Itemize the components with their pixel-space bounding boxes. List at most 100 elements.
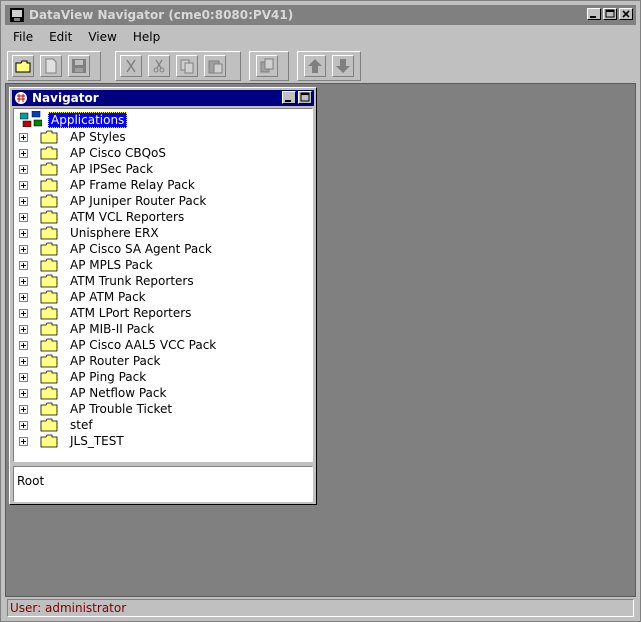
folder-icon	[40, 226, 58, 240]
applications-icon	[20, 111, 42, 127]
minimize-button[interactable]	[587, 8, 601, 20]
folder-icon	[40, 306, 58, 320]
tree-item[interactable]: AP MPLS Pack	[14, 257, 312, 273]
status-bar: User: administrator	[7, 599, 634, 617]
folder-icon	[40, 386, 58, 400]
save-button[interactable]	[68, 55, 90, 77]
folder-icon	[40, 354, 58, 368]
navigator-minimize-button[interactable]	[282, 91, 296, 104]
expand-plus-icon[interactable]	[19, 197, 28, 206]
tree-item[interactable]: AP Ping Pack	[14, 369, 312, 385]
expand-plus-icon[interactable]	[19, 165, 28, 174]
tree-item-label: AP Cisco SA Agent Pack	[70, 242, 212, 256]
expand-plus-icon[interactable]	[19, 389, 28, 398]
tree-item[interactable]: AP Cisco CBQoS	[14, 145, 312, 161]
expand-plus-icon[interactable]	[19, 293, 28, 302]
expand-plus-icon[interactable]	[19, 437, 28, 446]
status-user-text: User: administrator	[10, 601, 127, 615]
folder-icon	[40, 322, 58, 336]
expand-plus-icon[interactable]	[19, 341, 28, 350]
maximize-icon	[605, 9, 615, 18]
expand-plus-icon[interactable]	[19, 149, 28, 158]
paste-button[interactable]	[204, 55, 226, 77]
navigator-maximize-button[interactable]	[298, 91, 312, 104]
expand-plus-icon[interactable]	[19, 181, 28, 190]
tree-item[interactable]: AP Cisco AAL5 VCC Pack	[14, 337, 312, 353]
tree-item-label: AP Router Pack	[70, 354, 161, 368]
tree-item-label: Unisphere ERX	[70, 226, 159, 240]
tree-item[interactable]: AP ATM Pack	[14, 289, 312, 305]
menu-bar: File Edit View Help	[5, 28, 168, 48]
tree-item[interactable]: AP Styles	[14, 129, 312, 145]
tree-item[interactable]: AP Juniper Router Pack	[14, 193, 312, 209]
tree-item-label: AP MPLS Pack	[70, 258, 153, 272]
expand-plus-icon[interactable]	[19, 357, 28, 366]
tree-item[interactable]: AP MIB-II Pack	[14, 321, 312, 337]
close-button[interactable]	[619, 8, 633, 20]
menu-file[interactable]: File	[5, 28, 41, 48]
title-bar[interactable]: DataView Navigator (cme0:8080:PV41)	[5, 5, 636, 25]
toolbar	[5, 51, 636, 81]
tree-item[interactable]: ATM Trunk Reporters	[14, 273, 312, 289]
move-up-button[interactable]	[304, 55, 326, 77]
folder-icon	[40, 290, 58, 304]
cut-button[interactable]	[148, 55, 170, 77]
copy-button[interactable]	[176, 55, 198, 77]
save-disk-icon	[72, 59, 86, 73]
tree-item-label: AP Cisco CBQoS	[70, 146, 166, 160]
tree-item[interactable]: AP Netflow Pack	[14, 385, 312, 401]
open-button[interactable]	[12, 55, 34, 77]
tree-item-label: ATM LPort Reporters	[70, 306, 192, 320]
tree-item-label: JLS_TEST	[70, 434, 124, 448]
tree-item[interactable]: AP Cisco SA Agent Pack	[14, 241, 312, 257]
folder-icon	[40, 338, 58, 352]
tree-item-label: AP Cisco AAL5 VCC Pack	[70, 338, 217, 352]
expand-plus-icon[interactable]	[19, 245, 28, 254]
tree-item-label: ATM Trunk Reporters	[70, 274, 194, 288]
menu-view[interactable]: View	[80, 28, 124, 48]
app-icon	[10, 8, 24, 22]
expand-plus-icon[interactable]	[19, 421, 28, 430]
expand-plus-icon[interactable]	[19, 373, 28, 382]
navigator-tree[interactable]: Applications AP Styles AP Cisco CBQoS AP I…	[13, 108, 313, 462]
minimize-icon	[590, 16, 596, 18]
expand-plus-icon[interactable]	[19, 277, 28, 286]
expand-plus-icon[interactable]	[19, 325, 28, 334]
expand-plus-icon[interactable]	[19, 405, 28, 414]
tree-item[interactable]: AP Router Pack	[14, 353, 312, 369]
folder-icon	[40, 402, 58, 416]
move-down-button[interactable]	[332, 55, 354, 77]
tree-item[interactable]: ATM LPort Reporters	[14, 305, 312, 321]
navigator-icon	[15, 92, 27, 104]
expand-plus-icon[interactable]	[19, 229, 28, 238]
menu-edit[interactable]: Edit	[41, 28, 80, 48]
navigator-title-bar[interactable]: Navigator	[12, 90, 314, 106]
folder-icon	[40, 274, 58, 288]
properties-icon	[260, 58, 274, 73]
tree-item[interactable]: JLS_TEST	[14, 433, 312, 449]
menu-help[interactable]: Help	[125, 28, 168, 48]
tree-item[interactable]: Unisphere ERX	[14, 225, 312, 241]
tree-item-label: ATM VCL Reporters	[70, 210, 185, 224]
maximize-button[interactable]	[603, 8, 617, 20]
expand-plus-icon[interactable]	[19, 261, 28, 270]
toolbar-group-properties	[249, 51, 289, 81]
tree-item[interactable]: ATM VCL Reporters	[14, 209, 312, 225]
delete-x-icon	[126, 59, 136, 73]
folder-icon	[40, 434, 58, 448]
tree-item-label: AP Frame Relay Pack	[70, 178, 195, 192]
properties-button[interactable]	[256, 55, 278, 77]
tree-root-label: Applications	[48, 112, 128, 128]
expand-plus-icon[interactable]	[19, 213, 28, 222]
tree-item[interactable]: stef	[14, 417, 312, 433]
expand-plus-icon[interactable]	[19, 309, 28, 318]
tree-item[interactable]: AP Trouble Ticket	[14, 401, 312, 417]
new-button[interactable]	[40, 55, 62, 77]
new-document-icon	[45, 58, 57, 74]
expand-plus-icon[interactable]	[19, 133, 28, 142]
close-icon	[622, 10, 630, 18]
tree-item[interactable]: AP IPSec Pack	[14, 161, 312, 177]
tree-item-label: AP Ping Pack	[70, 370, 147, 384]
tree-item[interactable]: AP Frame Relay Pack	[14, 177, 312, 193]
delete-button[interactable]	[120, 55, 142, 77]
